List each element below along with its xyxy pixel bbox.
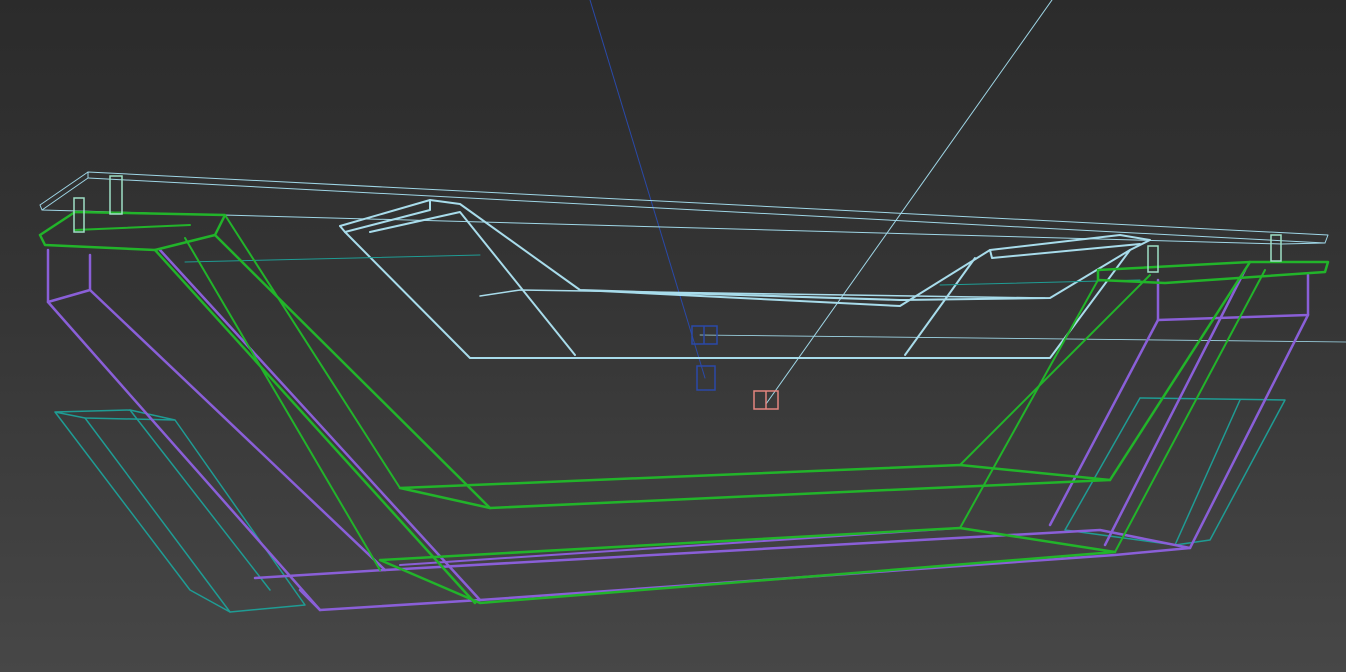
purple-frame-wireframe[interactable] [46, 248, 1310, 612]
green-right-diagonal [959, 279, 1099, 529]
light-line [765, 0, 1053, 405]
helper-posts [73, 175, 1282, 273]
purple-right-diagonal-3 [1103, 268, 1247, 547]
helper-post-2 [73, 197, 85, 233]
tray-floor-line [479, 289, 1046, 299]
purple-inner-diagonal [158, 248, 482, 602]
wireframe-scene[interactable] [0, 0, 1346, 672]
green-left-diagonal-4 [184, 237, 381, 571]
green-left-diagonal [153, 248, 477, 605]
top-plane-edge-2 [87, 177, 1326, 244]
horizontal-guide-line [699, 334, 1346, 343]
purple-left-leg [46, 248, 92, 304]
green-bottom [378, 526, 1117, 605]
light-icon[interactable] [753, 390, 779, 410]
tray-inner-right [904, 257, 976, 356]
helper-post-4 [1270, 234, 1282, 262]
teal-left-edge-2 [129, 409, 271, 591]
teal-right-panel [1064, 397, 1286, 546]
camera-line [589, 0, 706, 379]
3d-viewport[interactable] [0, 0, 1346, 672]
green-left-top [38, 210, 227, 252]
teal-mid-line [184, 254, 481, 263]
teal-left-edge [84, 417, 231, 613]
green-left-top-inner [74, 224, 191, 231]
tray-outer [339, 199, 1151, 307]
purple-left-diagonal-2 [88, 288, 387, 572]
inner-tray-wireframe[interactable] [339, 199, 1151, 359]
camera-target [696, 365, 716, 391]
green-tray-bottom [398, 463, 1112, 510]
green-right-diagonal-3 [1114, 269, 1266, 553]
top-plane-wireframe[interactable] [39, 171, 1329, 245]
green-right-diagonal-4 [959, 274, 1151, 466]
teal-left-panel [54, 409, 306, 613]
purple-right-diagonal-2 [1188, 313, 1310, 550]
tray-right-rim [989, 243, 1141, 259]
helper-post-1 [109, 175, 123, 215]
top-plane-edge-3 [41, 177, 89, 211]
purple-right-diagonal [1048, 318, 1160, 527]
tray-inner-left [369, 211, 576, 356]
